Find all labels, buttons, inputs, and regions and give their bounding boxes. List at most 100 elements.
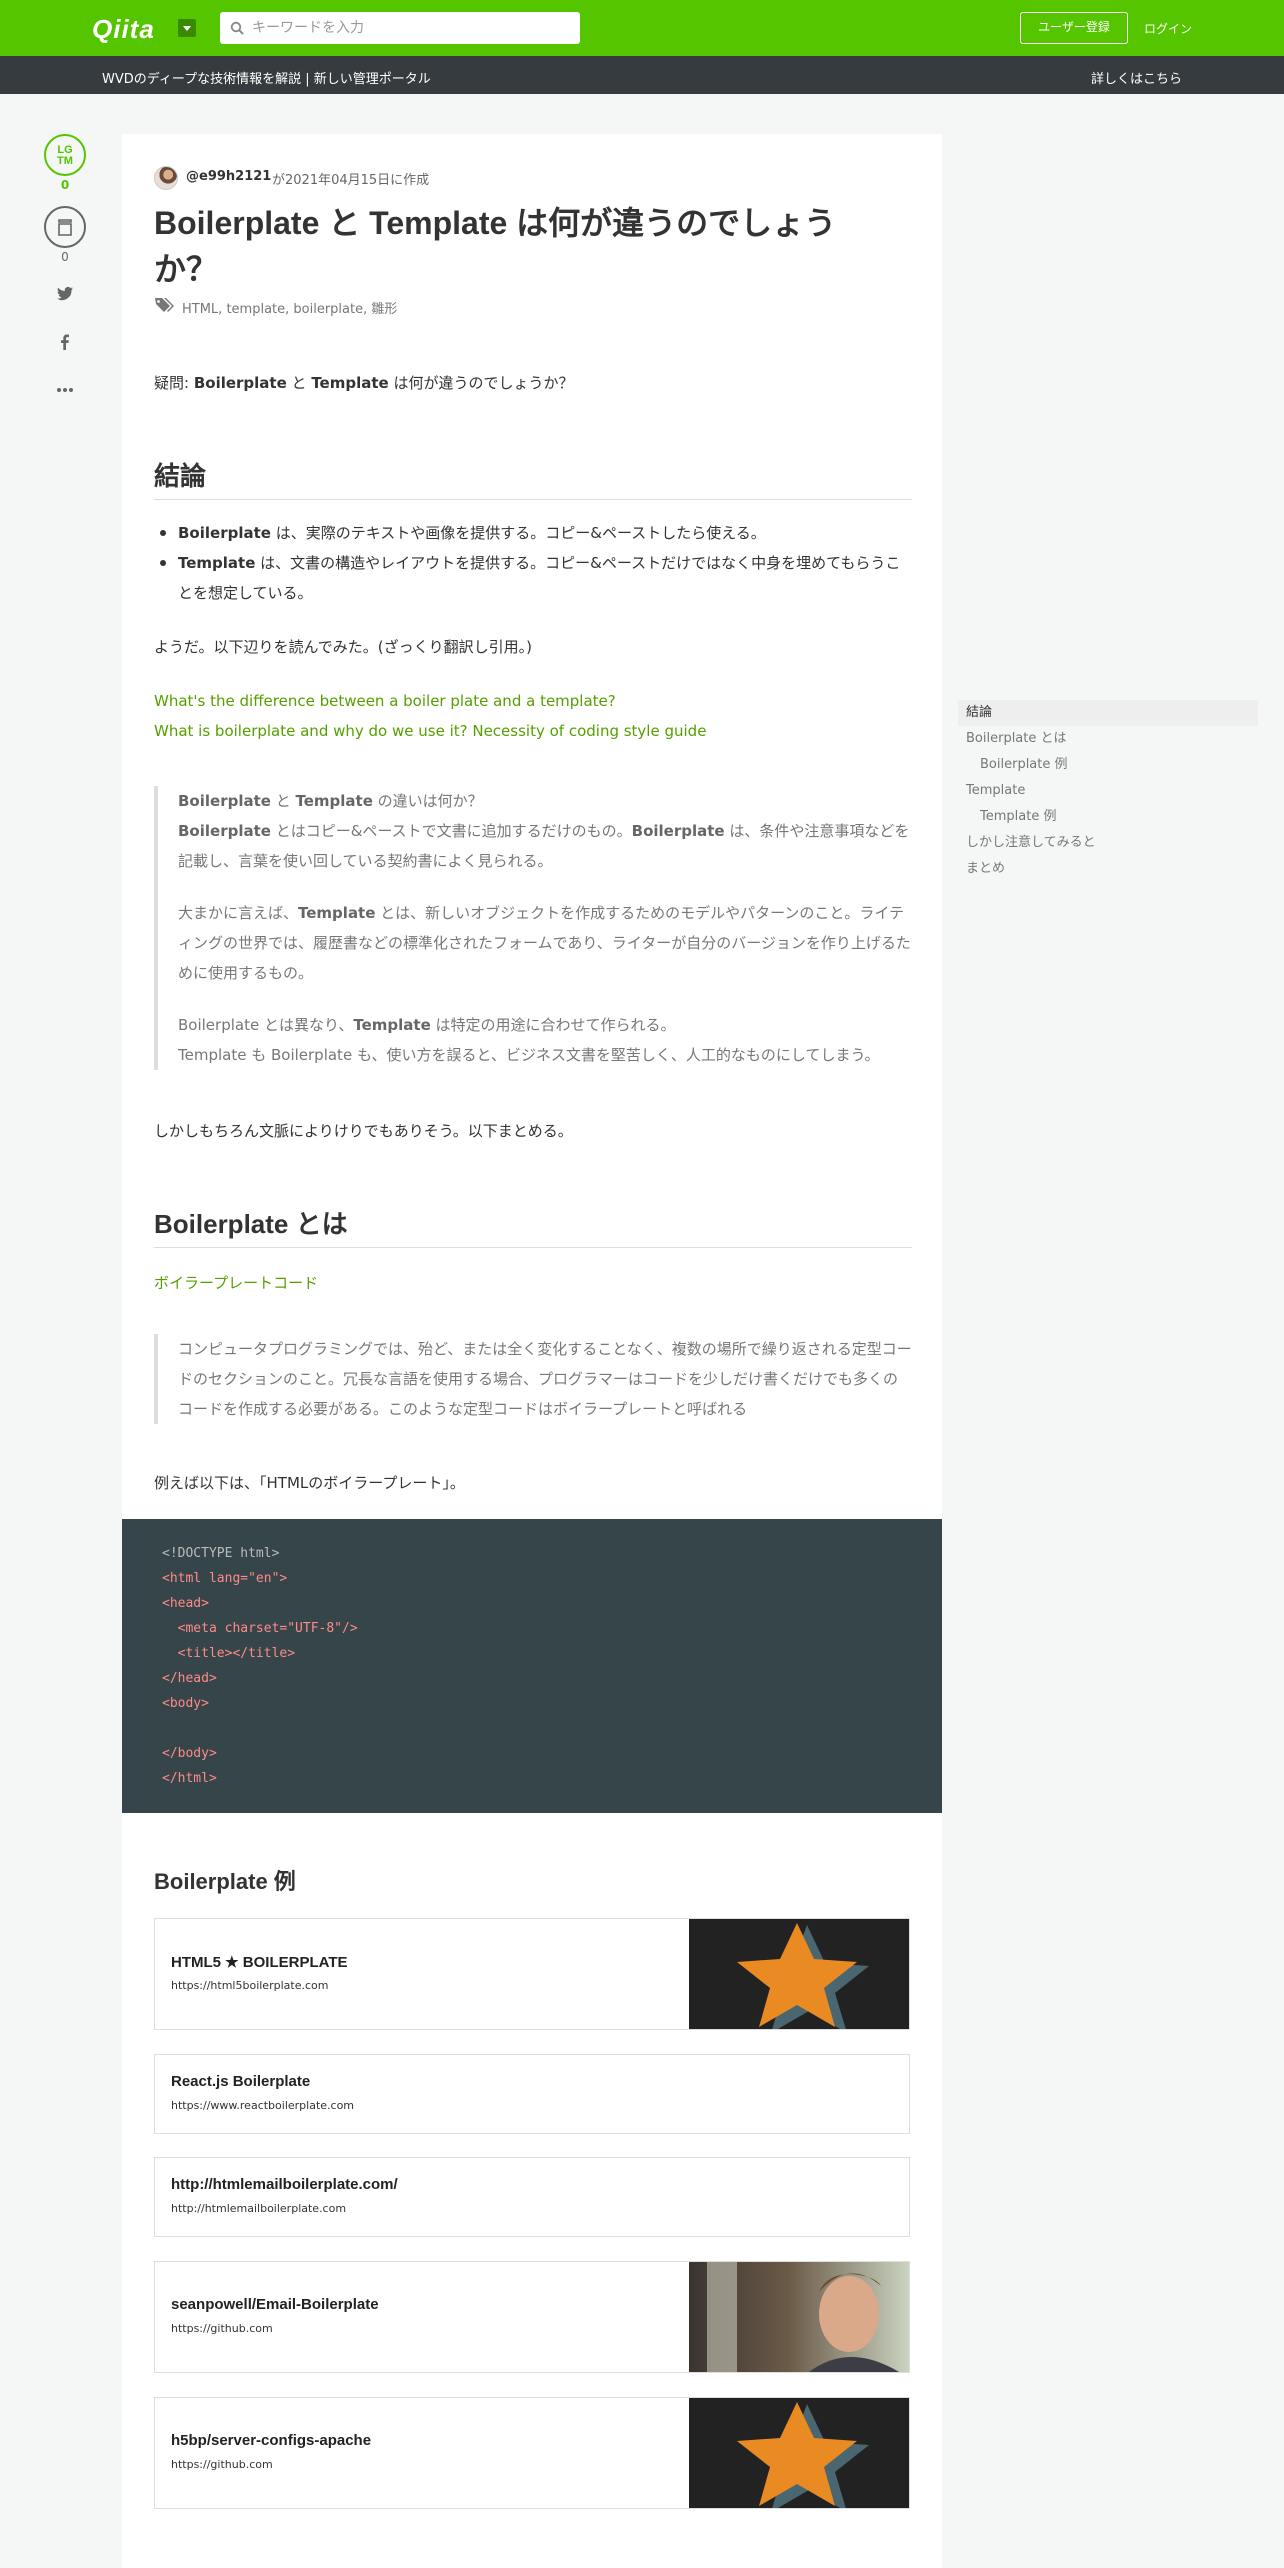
quote-text: コンピュータプログラミングでは、殆ど、または全く変化することなく、複数の場所で繰… [178, 1340, 912, 1418]
login-link[interactable]: ログイン [1144, 20, 1192, 37]
toc-item-caution[interactable]: しかし注意してみると [958, 830, 1258, 856]
quote-boilerplate: コンピュータプログラミングでは、殆ど、または全く変化することなく、複数の場所で繰… [154, 1334, 912, 1424]
link-card[interactable]: React.js Boilerplate https://www.reactbo… [154, 2054, 910, 2134]
quote-text: 大まかに言えば、 [178, 904, 299, 922]
quote-text: とはコピー&ペーストで文書に追加するだけのもの。 [270, 822, 632, 840]
profile-photo-icon [689, 2262, 909, 2372]
question-mid: と [286, 374, 312, 392]
star-icon [689, 1919, 909, 2029]
code-line: <head> [162, 1596, 209, 1611]
twitter-icon[interactable] [55, 284, 75, 304]
quote-text: Template も Boilerplate も、使い方を誤ると、ビジネス文書を… [178, 1046, 880, 1064]
promo-text[interactable]: WVDのディープな技術情報を解説 | 新しい管理ポータル [102, 68, 431, 87]
list-item-term: Template [178, 554, 256, 572]
toc-item-summary[interactable]: まとめ [958, 856, 1258, 882]
quote-term: Template [298, 904, 376, 922]
quote-term: Template [295, 792, 373, 810]
quote-term: Boilerplate [178, 822, 271, 840]
reference-link-1[interactable]: What's the difference between a boiler p… [154, 692, 616, 710]
lgtm-icon[interactable]: LG TM [44, 134, 86, 176]
example-intro-text: 例えば以下は、「HTMLのボイラープレート」。 [154, 1474, 465, 1492]
stock-button[interactable] [44, 206, 86, 248]
toc-item-boilerplate-examples[interactable]: Boilerplate 例 [958, 752, 1258, 778]
code-line: <html lang="en"> [162, 1571, 288, 1586]
code-line: <!DOCTYPE html> [162, 1546, 280, 1561]
after-conclusion-text: ようだ。以下辺りを読んでみた。(ざっくり翻訳し引用。) [154, 638, 533, 656]
quote-text: の違いは何か？ [372, 792, 483, 810]
code-line: </head> [162, 1671, 217, 1686]
heading-boilerplate-examples: Boilerplate 例 [154, 1869, 296, 1894]
link-card[interactable]: http://htmlemailboilerplate.com/ http://… [154, 2157, 910, 2237]
toc-item-template-examples[interactable]: Template 例 [958, 804, 1258, 830]
conclusion-list: Boilerplate は、実際のテキストや画像を提供する。コピー&ペーストした… [154, 518, 914, 608]
card-title: h5bp/server-configs-apache [171, 2432, 372, 2449]
article: @e99h2121 が2021年04月15日に作成 Boilerplate と … [122, 134, 942, 2568]
stock-icon [58, 219, 72, 236]
promo-link[interactable]: 詳しくはこちら [1091, 68, 1182, 87]
after-quote-text: しかしもちろん文脈によりけりでもありそう。以下まとめる。 [154, 1122, 573, 1140]
code-line: <title></title> [162, 1646, 296, 1661]
card-url: https://www.reactboilerplate.com [171, 2099, 355, 2112]
quote-term: Template [353, 1016, 431, 1034]
tags-text[interactable]: HTML, template, boilerplate, 雛形 [182, 298, 397, 317]
toc-item-conclusion[interactable]: 結論 [958, 700, 1258, 726]
card-thumbnail [689, 1919, 909, 2029]
link-card[interactable]: HTML5 ★ BOILERPLATE https://html5boilerp… [154, 1918, 910, 2030]
quote-text: と [270, 792, 296, 810]
card-title: React.js Boilerplate [171, 2073, 311, 2090]
card-url: https://github.com [171, 2458, 273, 2471]
heading-boilerplate: Boilerplate とは [154, 1204, 912, 1248]
list-item: Template は、文書の構造やレイアウトを提供する。コピー&ペーストだけでは… [154, 548, 914, 608]
star-icon [689, 2398, 909, 2508]
global-header: Qiita ユーザー登録 ログイン [0, 0, 1284, 56]
lgtm-count: 0 [60, 178, 70, 192]
card-url: https://github.com [171, 2322, 273, 2335]
code-block[interactable]: <!DOCTYPE html> <html lang="en"> <head> … [122, 1519, 942, 1813]
code-line: <meta charset="UTF-8"/> [162, 1621, 358, 1636]
link-card[interactable]: h5bp/server-configs-apache https://githu… [154, 2397, 910, 2509]
question-suffix: は何が違うのでしょうか？ [388, 374, 574, 392]
list-item-text: は、実際のテキストや画像を提供する。コピー&ペーストしたら使える。 [270, 524, 766, 542]
search-input[interactable] [252, 12, 572, 44]
tag-icon [155, 298, 174, 312]
card-thumbnail [689, 2398, 909, 2508]
code-line: <body> [162, 1696, 209, 1711]
toc-item-template[interactable]: Template [958, 778, 1258, 804]
table-of-contents: 結論 Boilerplate とは Boilerplate 例 Template… [958, 700, 1258, 882]
toc-item-boilerplate[interactable]: Boilerplate とは [958, 726, 1258, 752]
heading-conclusion: 結論 [154, 456, 912, 500]
page-title: Boilerplate と Template は何が違うのでしょうか？ [154, 205, 837, 287]
chevron-down-icon[interactable] [178, 19, 196, 37]
quote-text: Boilerplate とは異なり、 [178, 1016, 354, 1034]
card-title: http://htmlemailboilerplate.com/ [171, 2176, 398, 2193]
created-date: が2021年04月15日に作成 [272, 173, 430, 188]
question-term-1: Boilerplate [193, 374, 287, 392]
card-url: https://html5boilerplate.com [171, 1979, 329, 1992]
signup-button[interactable]: ユーザー登録 [1020, 12, 1128, 44]
facebook-icon[interactable] [55, 332, 75, 352]
boilerplate-code-link[interactable]: ボイラープレートコード [154, 1272, 318, 1293]
quote-difference: Boilerplate と Template の違いは何か？ Boilerpla… [154, 786, 912, 1070]
avatar[interactable] [154, 166, 178, 190]
quote-term: Boilerplate [178, 792, 271, 810]
list-item-text: は、文書の構造やレイアウトを提供する。コピー&ペーストだけではなく中身を埋めても… [178, 554, 901, 602]
author-link[interactable]: @e99h2121 [186, 169, 271, 184]
stock-count: 0 [61, 250, 69, 264]
question-prefix: 疑問: [154, 374, 194, 392]
list-item-term: Boilerplate [178, 524, 271, 542]
card-url: http://htmlemailboilerplate.com [171, 2202, 347, 2215]
quote-term: Boilerplate [631, 822, 725, 840]
qiita-logo[interactable]: Qiita [92, 14, 155, 45]
code-line: </body> [162, 1746, 217, 1761]
more-icon[interactable] [55, 380, 75, 400]
link-card[interactable]: seanpowell/Email-Boilerplate https://git… [154, 2261, 910, 2373]
reference-link-2[interactable]: What is boilerplate and why do we use it… [154, 722, 706, 740]
quote-text: は特定の用途に合わせて作られる。 [430, 1016, 676, 1034]
question-paragraph: 疑問: Boilerplate と Template は何が違うのでしょうか？ [154, 372, 573, 393]
search-box [220, 12, 580, 44]
code-line: </html> [162, 1771, 217, 1786]
list-item: Boilerplate は、実際のテキストや画像を提供する。コピー&ペーストした… [154, 518, 914, 548]
question-term-2: Template [311, 374, 389, 392]
card-title: HTML5 ★ BOILERPLATE [171, 1954, 348, 1971]
card-thumbnail [689, 2262, 909, 2372]
